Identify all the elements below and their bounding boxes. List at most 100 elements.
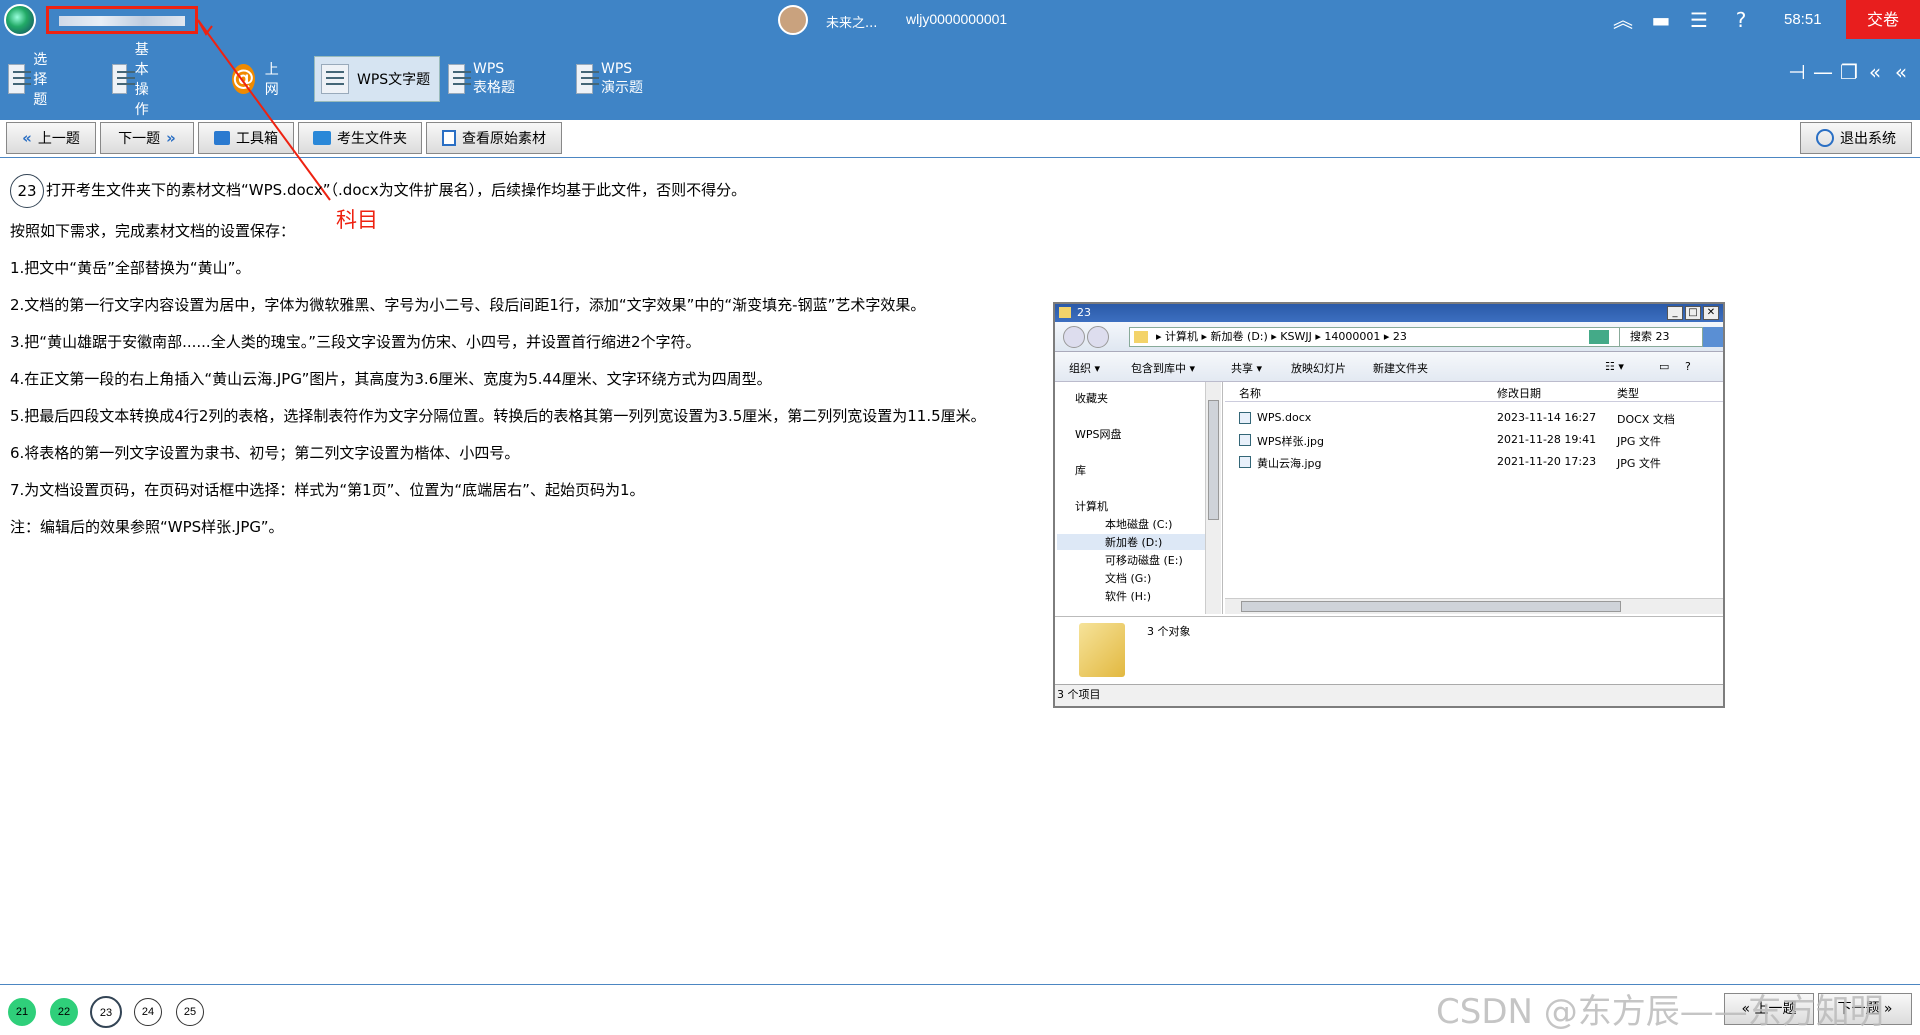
slideshow-button[interactable]: 放映幻灯片	[1291, 360, 1346, 376]
tab-basic-ops[interactable]: 基本操作	[112, 42, 162, 118]
vertical-scrollbar[interactable]	[1205, 382, 1221, 614]
nav-wps-cloud[interactable]: WPS网盘	[1075, 426, 1122, 442]
nav-drive-d[interactable]: 新加卷 (D:)	[1057, 534, 1205, 550]
scroll-thumb[interactable]	[1241, 601, 1621, 612]
question-bubble-23[interactable]: 23	[90, 996, 122, 1028]
tab-label: 上网	[264, 62, 279, 98]
breadcrumb-text: ▸ 计算机 ▸ 新加卷 (D:) ▸ KSWJJ ▸ 14000001 ▸ 23	[1156, 330, 1407, 343]
tab-internet[interactable]: @ 上网	[232, 56, 286, 102]
prev-question-button[interactable]: « 上一题	[6, 122, 96, 154]
view-material-button[interactable]: 查看原始素材	[426, 122, 562, 154]
tab-wps-slides[interactable]: WPS演示题	[576, 56, 643, 102]
file-row[interactable]: WPS样张.jpg 2021-11-28 19:41 JPG 文件	[1225, 430, 1723, 450]
document-icon	[442, 130, 456, 146]
back-icon[interactable]	[1063, 326, 1085, 348]
toolbox-button[interactable]: 工具箱	[198, 122, 294, 154]
tab-wps-sheet[interactable]: WPS表格题	[448, 56, 515, 102]
exam-folder-button[interactable]: 考生文件夹	[298, 122, 422, 154]
forward-icon[interactable]	[1087, 326, 1109, 348]
help-icon[interactable]: ?	[1728, 8, 1754, 32]
tab-choice[interactable]: 选择题	[8, 52, 58, 108]
button-label: 下一题	[118, 131, 161, 147]
question-line: 1.把文中“黄岳”全部替换为“黄山”。	[10, 259, 251, 277]
next-question-button[interactable]: 下一题 »	[100, 122, 194, 154]
nav-drive-g[interactable]: 文档 (G:)	[1105, 570, 1151, 586]
organize-menu[interactable]: 组织 ▾	[1069, 360, 1100, 376]
include-library-menu[interactable]: 包含到库中 ▾	[1131, 360, 1195, 376]
slide-icon	[576, 64, 599, 94]
list-icon	[8, 64, 32, 94]
file-row[interactable]: WPS.docx 2023-11-14 16:27 DOCX 文档	[1225, 408, 1723, 428]
preview-pane-icon[interactable]: ▭	[1659, 360, 1669, 373]
question-line: 注：编辑后的效果参照“WPS样张.JPG”。	[10, 518, 284, 536]
nav-computer[interactable]: 计算机	[1075, 498, 1108, 514]
nav-favorites[interactable]: 收藏夹	[1075, 390, 1108, 406]
file-explorer-window: 23 _ □ ✕ ▸ 计算机 ▸ 新加卷 (D:) ▸ KSWJJ ▸ 1400…	[1053, 302, 1725, 708]
breadcrumb[interactable]: ▸ 计算机 ▸ 新加卷 (D:) ▸ KSWJJ ▸ 14000001 ▸ 23	[1129, 327, 1629, 347]
column-modified[interactable]: 修改日期	[1497, 385, 1541, 401]
blurred-subject-name	[59, 16, 185, 26]
explorer-title-bar: 23 _ □ ✕	[1055, 304, 1723, 322]
scroll-thumb[interactable]	[1208, 400, 1219, 520]
question-bubble-21[interactable]: 21	[8, 998, 36, 1026]
question-line: 4.在正文第一段的右上角插入“黄山云海.JPG”图片，其高度为3.6厘米、宽度为…	[10, 370, 772, 388]
button-label: 考生文件夹	[337, 131, 407, 147]
close-icon[interactable]: ✕	[1703, 306, 1719, 320]
question-line: 3.把“黄山雄踞于安徽南部......全人类的瑰宝。”三段文字设置为仿宋、小四号…	[10, 333, 701, 351]
at-icon: @	[232, 64, 255, 94]
collapse-right-icon[interactable]: «	[1890, 60, 1912, 84]
nav-drive-c[interactable]: 本地磁盘 (C:)	[1105, 516, 1172, 532]
minimize-icon[interactable]: _	[1667, 306, 1683, 320]
question-bubble-24[interactable]: 24	[134, 998, 162, 1026]
tab-label: WPS文字题	[357, 72, 431, 88]
question-line: 2.文档的第一行文字内容设置为居中，字体为微软雅黑、字号为小二号、段后间距1行，…	[10, 296, 926, 314]
refresh-icon[interactable]	[1589, 330, 1609, 344]
submit-exam-button[interactable]: 交卷	[1846, 0, 1920, 39]
question-number-badge: 23	[10, 173, 44, 208]
question-line: 按照如下需求，完成素材文档的设置保存：	[10, 222, 296, 240]
column-type[interactable]: 类型	[1617, 385, 1639, 401]
maximize-icon[interactable]: □	[1685, 306, 1701, 320]
folder-icon	[1134, 331, 1148, 343]
file-name: 黄山云海.jpg	[1257, 457, 1322, 470]
file-row[interactable]: 黄山云海.jpg 2021-11-20 17:23 JPG 文件	[1225, 452, 1723, 472]
monitor-icon[interactable]: ▬	[1648, 8, 1674, 32]
collapse-left-icon[interactable]: «	[1864, 60, 1886, 84]
question-bubble-22[interactable]: 22	[50, 998, 78, 1026]
app-logo	[4, 4, 36, 36]
folder-icon	[1059, 307, 1071, 318]
question-text: 打开考生文件夹下的素材文档“WPS.docx”（.docx为文件扩展名），后续操…	[46, 181, 747, 199]
column-name[interactable]: 名称	[1239, 385, 1261, 401]
tab-wps-word[interactable]: WPS文字题	[314, 56, 440, 102]
double-right-arrow-icon: »	[166, 129, 176, 147]
nav-library[interactable]: 库	[1075, 462, 1086, 478]
search-icon[interactable]	[1703, 327, 1723, 347]
search-input[interactable]: 搜索 23	[1619, 327, 1703, 347]
tab-label: WPS表格题	[472, 61, 515, 96]
minimize-icon[interactable]: —	[1812, 60, 1834, 84]
nav-drive-h[interactable]: 软件 (H:)	[1105, 588, 1151, 604]
help-icon[interactable]: ?	[1685, 360, 1691, 373]
checklist-icon[interactable]: ☰	[1686, 8, 1712, 32]
share-menu[interactable]: 共享 ▾	[1231, 360, 1262, 376]
nav-drive-e[interactable]: 可移动磁盘 (E:)	[1105, 552, 1183, 568]
file-list-header: 名称 修改日期 类型	[1225, 382, 1723, 402]
restore-icon[interactable]: ❐	[1838, 60, 1860, 84]
file-date: 2023-11-14 16:27	[1497, 411, 1597, 424]
question-line: 6.将表格的第一列文字设置为隶书、初号；第二列文字设置为楷体、小四号。	[10, 444, 520, 462]
navigation-pane: 收藏夹 WPS网盘 库 计算机 本地磁盘 (C:) 新加卷 (D:) 可移动磁盘…	[1055, 382, 1223, 614]
folder-icon	[313, 131, 331, 145]
horizontal-scrollbar[interactable]	[1225, 598, 1723, 614]
file-list: 名称 修改日期 类型 WPS.docx 2023-11-14 16:27 DOC…	[1225, 382, 1723, 614]
tab-label: WPS演示题	[600, 61, 643, 96]
new-folder-button[interactable]: 新建文件夹	[1373, 360, 1428, 376]
exit-system-button[interactable]: 退出系统	[1800, 122, 1912, 154]
pin-icon[interactable]: ⊣	[1786, 60, 1808, 84]
explorer-command-bar: 组织 ▾ 包含到库中 ▾ 共享 ▾ 放映幻灯片 新建文件夹 ☷ ▾ ▭ ?	[1055, 352, 1723, 382]
view-options-icon[interactable]: ☷ ▾	[1605, 360, 1624, 373]
collapse-up-icon[interactable]: ︽	[1610, 8, 1636, 32]
details-pane: 3 个对象	[1055, 616, 1723, 682]
question-bubble-25[interactable]: 25	[176, 998, 204, 1026]
title-bar: 未来之... wljy0000000001 ︽ ▬ ☰ ? 58:51 交卷	[0, 0, 1920, 40]
explorer-address-bar: ▸ 计算机 ▸ 新加卷 (D:) ▸ KSWJJ ▸ 14000001 ▸ 23…	[1055, 322, 1723, 352]
